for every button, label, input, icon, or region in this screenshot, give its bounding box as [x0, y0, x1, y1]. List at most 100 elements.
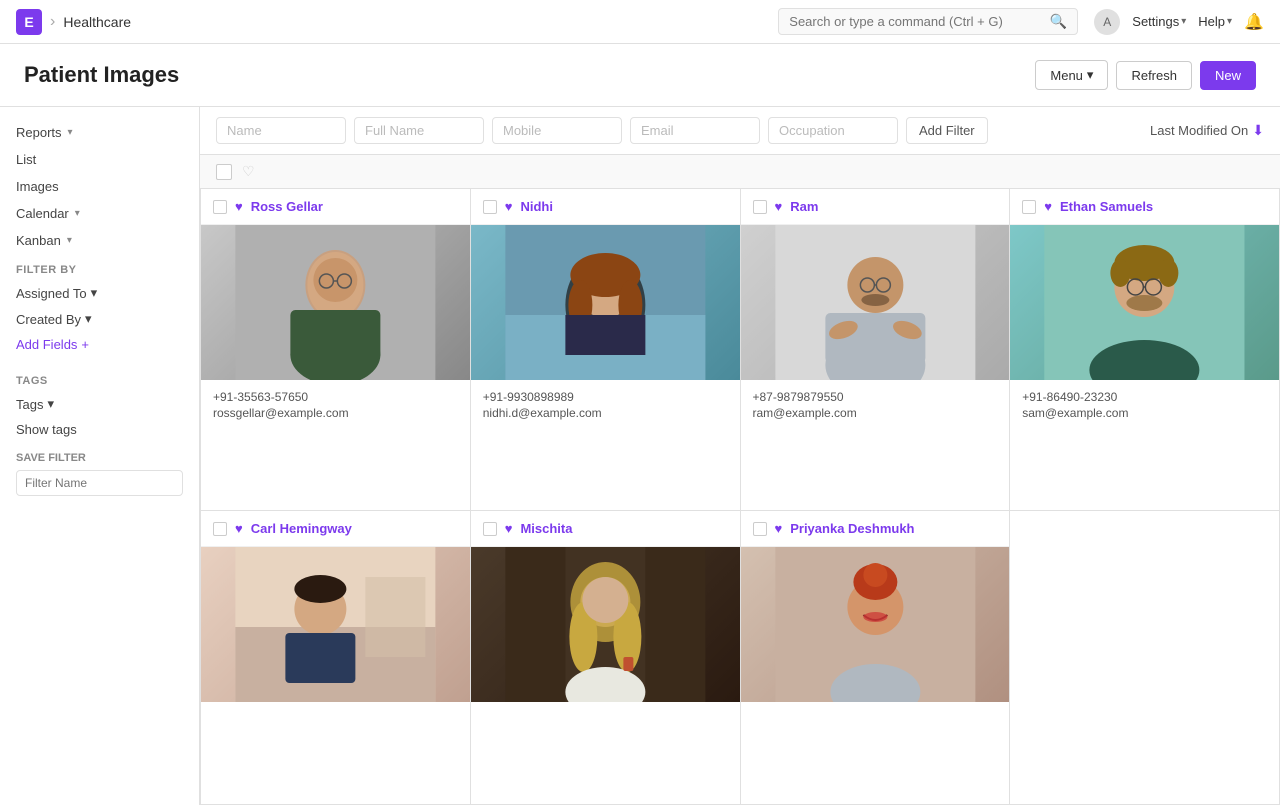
page-actions: Menu ▾ Refresh New [1035, 60, 1256, 90]
patient-ram-email: ram@example.com [753, 406, 998, 420]
patient-mischita-image [471, 547, 740, 702]
patient-ram-name[interactable]: Ram [790, 199, 818, 214]
patient-ethan-info: +91-86490-23230 sam@example.com [1010, 380, 1279, 430]
sidebar-item-calendar[interactable]: Calendar ▾ [0, 200, 199, 227]
patient-card-priyanka: ♥ Priyanka Deshmukh [741, 511, 1011, 805]
patient-carl-image [201, 547, 470, 702]
sidebar-item-kanban[interactable]: Kanban ▾ [0, 227, 199, 254]
sidebar: Reports ▾ List Images Calendar ▾ Kanban … [0, 107, 200, 805]
patient-grid: ♥ Ross Gellar [200, 189, 1280, 805]
save-filter-section: SAVE FILTER [0, 442, 199, 506]
save-filter-label: SAVE FILTER [16, 452, 183, 464]
patient-ross-email: rossgellar@example.com [213, 406, 458, 420]
patient-card-carl: ♥ Carl Hemingway [201, 511, 471, 805]
patient-carl-name[interactable]: Carl Hemingway [251, 521, 352, 536]
patient-ethan-image [1010, 225, 1279, 380]
help-link[interactable]: Help ▾ [1198, 14, 1232, 29]
new-button[interactable]: New [1200, 61, 1256, 90]
empty-card [1010, 511, 1280, 805]
patient-nidhi-checkbox[interactable] [483, 200, 497, 214]
reports-caret-icon: ▾ [68, 127, 73, 138]
add-filter-button[interactable]: Add Filter [906, 117, 988, 144]
patient-carl-checkbox[interactable] [213, 522, 227, 536]
app-logo: E [16, 9, 42, 35]
patient-nidhi-phone: +91-9930898989 [483, 390, 728, 404]
fullname-filter-input[interactable] [354, 117, 484, 144]
filter-name-input[interactable] [16, 470, 183, 496]
patient-ross-name[interactable]: Ross Gellar [251, 199, 323, 214]
patient-ross-heart[interactable]: ♥ [235, 199, 243, 214]
sidebar-item-images[interactable]: Images [0, 173, 199, 200]
tags-section: TAGS Tags ▾ Show tags [0, 365, 199, 442]
patient-ram-image [741, 225, 1010, 380]
menu-button[interactable]: Menu ▾ [1035, 60, 1108, 90]
patient-ross-checkbox[interactable] [213, 200, 227, 214]
created-by-caret-icon: ▾ [85, 311, 92, 327]
bulk-heart-icon[interactable]: ♡ [242, 163, 255, 180]
name-filter-input[interactable] [216, 117, 346, 144]
settings-caret: ▾ [1181, 16, 1186, 27]
show-tags-button[interactable]: Show tags [0, 417, 199, 442]
patient-ethan-name[interactable]: Ethan Samuels [1060, 199, 1153, 214]
patient-mischita-heart[interactable]: ♥ [505, 521, 513, 536]
breadcrumb[interactable]: Healthcare [63, 14, 131, 30]
sort-selector[interactable]: Last Modified On ⬇ [1150, 122, 1264, 139]
sidebar-item-reports[interactable]: Reports ▾ [0, 119, 199, 146]
add-fields-plus-icon: + [81, 337, 89, 352]
card-header-carl: ♥ Carl Hemingway [201, 511, 470, 547]
patient-card-ram: ♥ Ram [741, 189, 1011, 511]
filter-by-label: FILTER BY [0, 254, 199, 280]
email-filter-input[interactable] [630, 117, 760, 144]
card-header-priyanka: ♥ Priyanka Deshmukh [741, 511, 1010, 547]
card-header-ram: ♥ Ram [741, 189, 1010, 225]
patient-card-ethan: ♥ Ethan Samuels [1010, 189, 1280, 511]
mobile-filter-input[interactable] [492, 117, 622, 144]
patient-mischita-info [471, 702, 740, 724]
kanban-caret-icon: ▾ [67, 235, 72, 246]
patient-carl-info [201, 702, 470, 724]
patient-mischita-checkbox[interactable] [483, 522, 497, 536]
tags-filter[interactable]: Tags ▾ [0, 391, 199, 417]
patient-carl-heart[interactable]: ♥ [235, 521, 243, 536]
patient-priyanka-heart[interactable]: ♥ [775, 521, 783, 536]
patient-nidhi-name[interactable]: Nidhi [520, 199, 553, 214]
patient-ross-phone: +91-35563-57650 [213, 390, 458, 404]
patient-ram-checkbox[interactable] [753, 200, 767, 214]
tags-section-label: TAGS [0, 365, 199, 391]
patient-priyanka-image [741, 547, 1010, 702]
help-caret: ▾ [1227, 16, 1232, 27]
patient-nidhi-info: +91-9930898989 nidhi.d@example.com [471, 380, 740, 430]
refresh-button[interactable]: Refresh [1116, 61, 1192, 90]
patient-priyanka-checkbox[interactable] [753, 522, 767, 536]
settings-link[interactable]: Settings ▾ [1132, 14, 1186, 29]
patient-mischita-name[interactable]: Mischita [520, 521, 572, 536]
search-bar[interactable]: 🔍 [778, 8, 1078, 35]
menu-caret-icon: ▾ [1087, 67, 1094, 83]
patient-card-ross: ♥ Ross Gellar [201, 189, 471, 511]
patient-ethan-checkbox[interactable] [1022, 200, 1036, 214]
patient-ross-image [201, 225, 470, 380]
created-by-filter[interactable]: Created By ▾ [0, 306, 199, 332]
patient-ethan-heart[interactable]: ♥ [1044, 199, 1052, 214]
notifications-bell[interactable]: 🔔 [1244, 12, 1264, 32]
page-title: Patient Images [24, 62, 179, 88]
patient-card-mischita: ♥ Mischita [471, 511, 741, 805]
page-header: Patient Images Menu ▾ Refresh New [0, 44, 1280, 107]
main-layout: Reports ▾ List Images Calendar ▾ Kanban … [0, 107, 1280, 805]
patient-priyanka-info [741, 702, 1010, 724]
avatar: A [1094, 9, 1120, 35]
select-all-checkbox[interactable] [216, 164, 232, 180]
breadcrumb-separator: › [50, 13, 55, 31]
patient-ethan-phone: +91-86490-23230 [1022, 390, 1267, 404]
search-input[interactable] [789, 14, 1046, 29]
filters-bar: Add Filter Last Modified On ⬇ [200, 107, 1280, 155]
patient-nidhi-heart[interactable]: ♥ [505, 199, 513, 214]
add-fields-button[interactable]: Add Fields + [0, 332, 199, 357]
patient-ram-phone: +87-9879879550 [753, 390, 998, 404]
sidebar-item-list[interactable]: List [0, 146, 199, 173]
assigned-to-filter[interactable]: Assigned To ▾ [0, 280, 199, 306]
patient-ram-heart[interactable]: ♥ [775, 199, 783, 214]
patient-priyanka-name[interactable]: Priyanka Deshmukh [790, 521, 914, 536]
occupation-filter-input[interactable] [768, 117, 898, 144]
patient-ethan-email: sam@example.com [1022, 406, 1267, 420]
